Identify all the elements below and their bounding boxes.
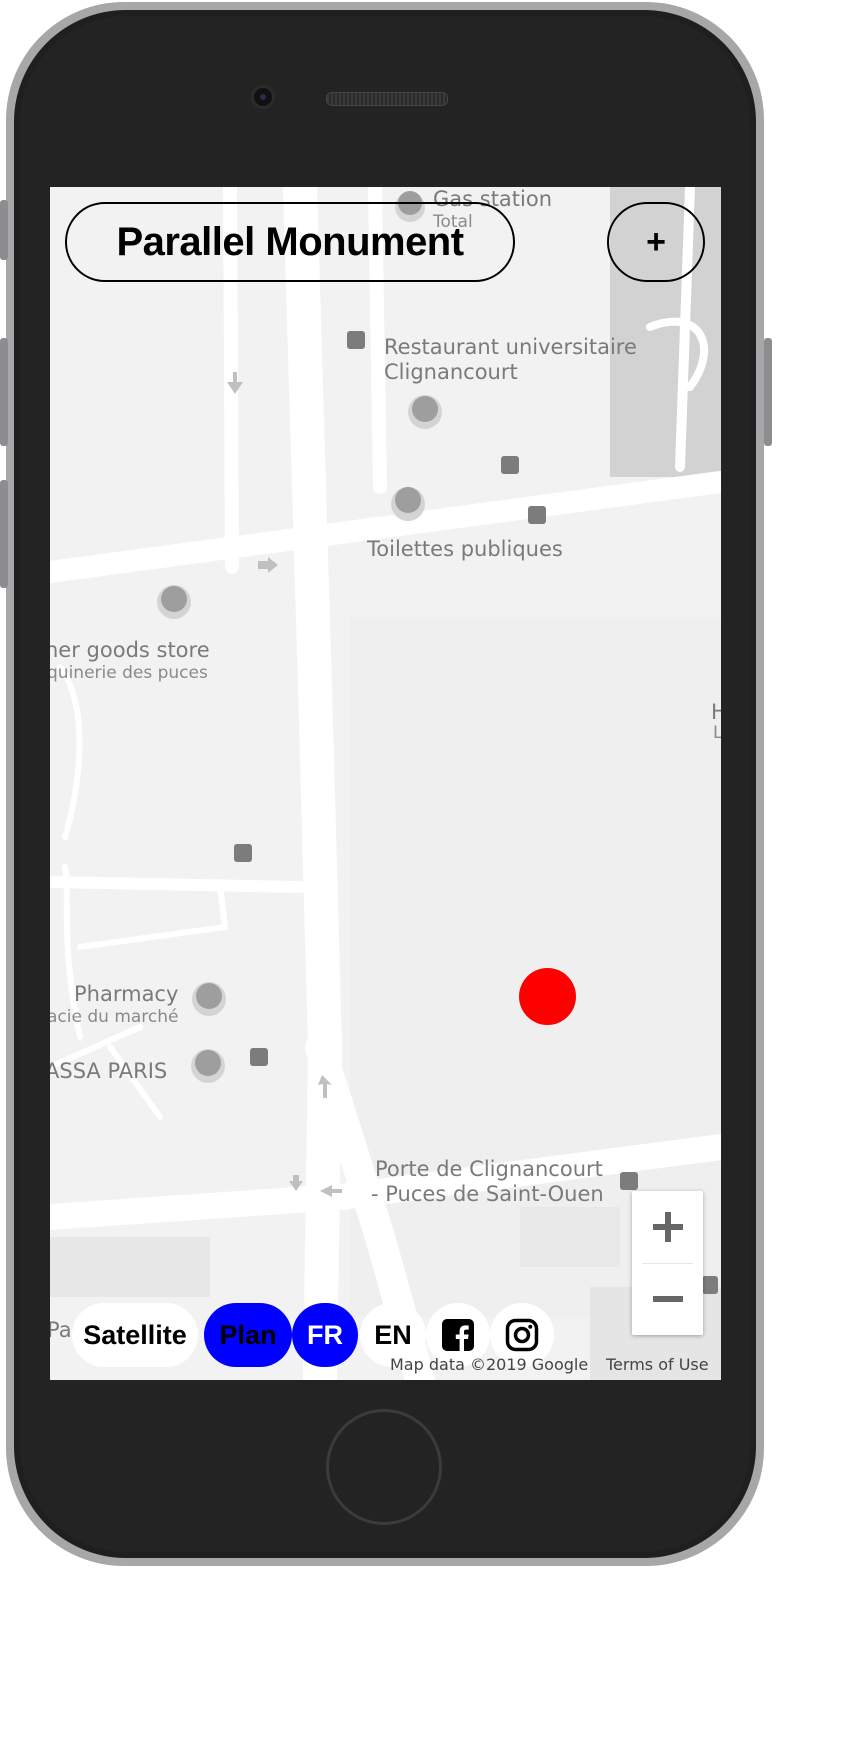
map-sublabel-goods-store: quinerie des puces xyxy=(50,663,208,683)
map-label-pharmacy[interactable]: Pharmacy xyxy=(74,982,178,1007)
instagram-icon xyxy=(505,1318,539,1352)
map-label-toilets[interactable]: Toilettes publiques xyxy=(367,537,563,562)
facebook-icon xyxy=(442,1319,474,1351)
lang-fr-button[interactable]: FR xyxy=(292,1303,358,1367)
app-screen: Gas station Total Restaurant universitai… xyxy=(50,187,721,1380)
earpiece-speaker xyxy=(326,92,448,106)
map-label-assa-paris[interactable]: ASSA PARIS xyxy=(50,1059,167,1084)
map-label-goods-store[interactable]: her goods store xyxy=(50,638,210,663)
map-sublabel-pharmacy: acie du marché xyxy=(50,1007,179,1027)
map-label-restaurant[interactable]: Restaurant universitaire xyxy=(384,335,637,360)
mute-switch xyxy=(0,200,8,260)
app-title[interactable]: Parallel Monument xyxy=(65,202,515,282)
home-button[interactable] xyxy=(326,1409,442,1525)
front-camera xyxy=(254,88,272,106)
map-label-metro-2: - Puces de Saint-Ouen xyxy=(371,1182,604,1206)
monument-marker[interactable] xyxy=(519,968,576,1025)
add-button[interactable]: + xyxy=(607,202,705,282)
plus-icon xyxy=(652,1212,683,1242)
terms-of-use-link[interactable]: Terms of Use xyxy=(606,1355,709,1374)
plan-button[interactable]: Plan xyxy=(204,1303,292,1367)
volume-down-button xyxy=(0,480,8,588)
map-sublabel-edge: L xyxy=(713,723,721,743)
power-button xyxy=(764,338,772,446)
map-label-restaurant-2: Clignancourt xyxy=(384,360,518,384)
volume-up-button xyxy=(0,338,8,446)
map-label-edge: H xyxy=(711,700,721,724)
map-label-metro[interactable]: Porte de Clignancourt xyxy=(375,1157,603,1182)
zoom-in-button[interactable] xyxy=(632,1191,703,1263)
satellite-button[interactable]: Satellite xyxy=(72,1303,198,1367)
map-data-attribution: Map data ©2019 Google xyxy=(390,1355,589,1374)
